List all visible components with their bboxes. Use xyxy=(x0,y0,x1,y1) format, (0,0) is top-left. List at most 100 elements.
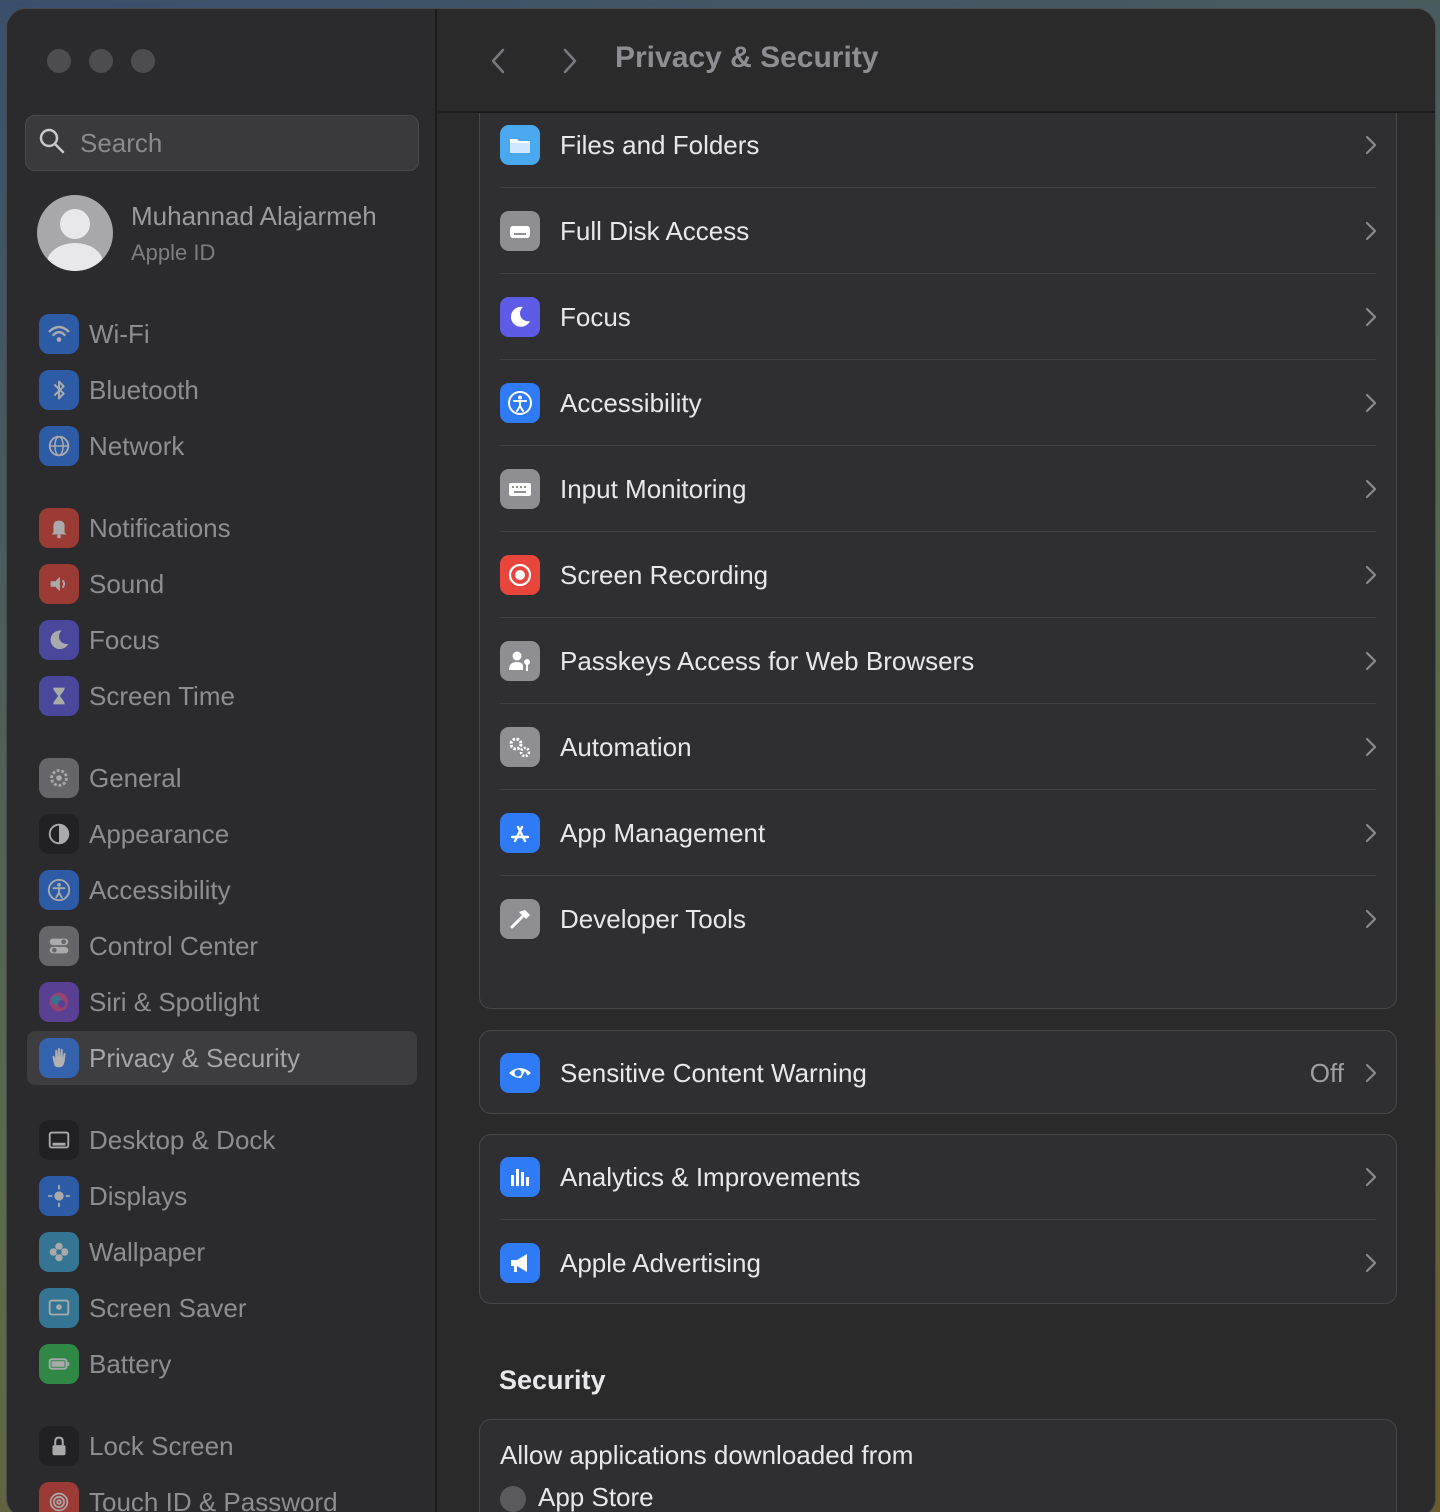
sidebar-item-label: Siri & Spotlight xyxy=(89,986,260,1017)
folder-icon xyxy=(500,125,540,165)
sidebar-item-label: Privacy & Security xyxy=(89,1042,300,1073)
gears-icon xyxy=(500,727,540,767)
app-store-radio-label: App Store xyxy=(538,1482,654,1512)
sidebar-item-accessibility[interactable]: Accessibility xyxy=(27,863,417,917)
app-store-radio[interactable] xyxy=(500,1486,526,1512)
back-button[interactable] xyxy=(483,43,513,79)
page-title: Privacy & Security xyxy=(615,41,879,74)
security-section-title: Security xyxy=(499,1365,606,1395)
sidebar-item-battery[interactable]: Battery xyxy=(27,1337,417,1391)
list-item-label: Accessibility xyxy=(560,387,702,418)
chevron-left-icon xyxy=(491,48,505,74)
list-item[interactable]: Analytics & Improvements xyxy=(480,1134,1396,1220)
list-item[interactable]: Automation xyxy=(480,704,1396,790)
list-item[interactable]: Input Monitoring xyxy=(480,446,1396,532)
sidebar-item-privacy-security[interactable]: Privacy & Security xyxy=(27,1031,417,1085)
appstore-icon xyxy=(500,813,540,853)
list-item[interactable]: Focus xyxy=(480,274,1396,360)
sidebar-item-wi-fi[interactable]: Wi-Fi xyxy=(27,307,417,361)
sidebar-item-wallpaper[interactable]: Wallpaper xyxy=(27,1225,417,1279)
sidebar-item-label: General xyxy=(89,762,182,793)
sidebar-item-sound[interactable]: Sound xyxy=(27,557,417,611)
list-item[interactable]: Full Disk Access xyxy=(480,188,1396,274)
sidebar-item-network[interactable]: Network xyxy=(27,419,417,473)
minimize-button[interactable] xyxy=(89,49,113,73)
wifi-icon xyxy=(39,314,79,354)
bell-icon xyxy=(39,508,79,548)
gear-icon xyxy=(39,758,79,798)
list-item[interactable]: App Management xyxy=(480,790,1396,876)
sidebar-item-focus[interactable]: Focus xyxy=(27,613,417,667)
list-item-label: Focus xyxy=(560,301,631,332)
screensaver-icon xyxy=(39,1288,79,1328)
list-item[interactable]: Developer Tools xyxy=(480,876,1396,962)
sidebar-item-bluetooth[interactable]: Bluetooth xyxy=(27,363,417,417)
chevron-right-icon xyxy=(1365,1167,1377,1187)
sidebar-item-siri-spotlight[interactable]: Siri & Spotlight xyxy=(27,975,417,1029)
chevron-right-icon xyxy=(1365,479,1377,499)
appearance-icon xyxy=(39,814,79,854)
sidebar-item-label: Focus xyxy=(89,624,160,655)
sidebar: Muhannad Alajarmeh Apple ID Wi-Fi Bluetoo… xyxy=(7,9,437,1512)
flower-icon xyxy=(39,1232,79,1272)
forward-button[interactable] xyxy=(555,43,585,79)
search-input[interactable] xyxy=(80,127,380,159)
zoom-button[interactable] xyxy=(131,49,155,73)
sidebar-item-screen-saver[interactable]: Screen Saver xyxy=(27,1281,417,1335)
list-item[interactable]: Accessibility xyxy=(480,360,1396,446)
sidebar-item-screen-time[interactable]: Screen Time xyxy=(27,669,417,723)
sidebar-item-general[interactable]: General xyxy=(27,751,417,805)
speaker-icon xyxy=(39,564,79,604)
sidebar-item-label: Notifications xyxy=(89,512,231,543)
list-item-label: Full Disk Access xyxy=(560,215,750,246)
chevron-right-icon xyxy=(1365,307,1377,327)
list-item[interactable]: Sensitive Content Warning Off xyxy=(480,1030,1396,1116)
window-controls xyxy=(47,49,155,73)
sidebar-item-appearance[interactable]: Appearance xyxy=(27,807,417,861)
sidebar-item-desktop-dock[interactable]: Desktop & Dock xyxy=(27,1113,417,1167)
list-item-label: Input Monitoring xyxy=(560,473,747,504)
list-item[interactable]: Passkeys Access for Web Browsers xyxy=(480,618,1396,704)
list-item[interactable]: Apple Advertising xyxy=(480,1220,1396,1306)
sidebar-item-lock-screen[interactable]: Lock Screen xyxy=(27,1419,417,1473)
list-item[interactable]: Screen Recording xyxy=(480,532,1396,618)
list-item-label: Files and Folders xyxy=(560,129,760,160)
sidebar-item-label: Accessibility xyxy=(89,874,231,905)
security-card: Allow applications downloaded from App S… xyxy=(479,1419,1397,1512)
globe-icon xyxy=(39,426,79,466)
sidebar-item-label: Touch ID & Password xyxy=(89,1486,338,1512)
apple-id-profile[interactable]: Muhannad Alajarmeh Apple ID xyxy=(37,195,377,271)
chevron-right-icon xyxy=(563,48,577,74)
sidebar-item-label: Screen Time xyxy=(89,680,235,711)
accessibility-icon xyxy=(500,383,540,423)
search-icon xyxy=(38,127,66,160)
list-item[interactable]: Files and Folders xyxy=(480,102,1396,188)
list-item-label: Analytics & Improvements xyxy=(560,1161,861,1192)
hand-icon xyxy=(39,1038,79,1078)
list-item-value: Off xyxy=(1309,1057,1344,1088)
list-item-label: Developer Tools xyxy=(560,903,746,934)
toggles-icon xyxy=(39,926,79,966)
bluetooth-icon xyxy=(39,370,79,410)
hammer-icon xyxy=(500,899,540,939)
analytics-card: Analytics & Improvements Apple Advertisin… xyxy=(479,1134,1397,1304)
avatar xyxy=(37,195,113,271)
search-field[interactable] xyxy=(25,115,419,171)
sidebar-item-label: Wallpaper xyxy=(89,1236,206,1267)
siri-icon xyxy=(39,982,79,1022)
chevron-right-icon xyxy=(1365,651,1377,671)
sidebar-item-notifications[interactable]: Notifications xyxy=(27,501,417,555)
disk-icon xyxy=(500,211,540,251)
list-item-label: Sensitive Content Warning xyxy=(560,1057,867,1088)
sidebar-item-label: Appearance xyxy=(89,818,230,849)
allow-apps-label: Allow applications downloaded from xyxy=(500,1440,914,1470)
sidebar-item-control-center[interactable]: Control Center xyxy=(27,919,417,973)
chevron-right-icon xyxy=(1365,565,1377,585)
sidebar-item-displays[interactable]: Displays xyxy=(27,1169,417,1223)
sidebar-item-label: Lock Screen xyxy=(89,1430,234,1461)
close-button[interactable] xyxy=(47,49,71,73)
chevron-right-icon xyxy=(1365,1253,1377,1273)
keyboard-icon xyxy=(500,469,540,509)
lock-icon xyxy=(39,1426,79,1466)
sidebar-item-touch-id-password[interactable]: Touch ID & Password xyxy=(27,1475,417,1512)
